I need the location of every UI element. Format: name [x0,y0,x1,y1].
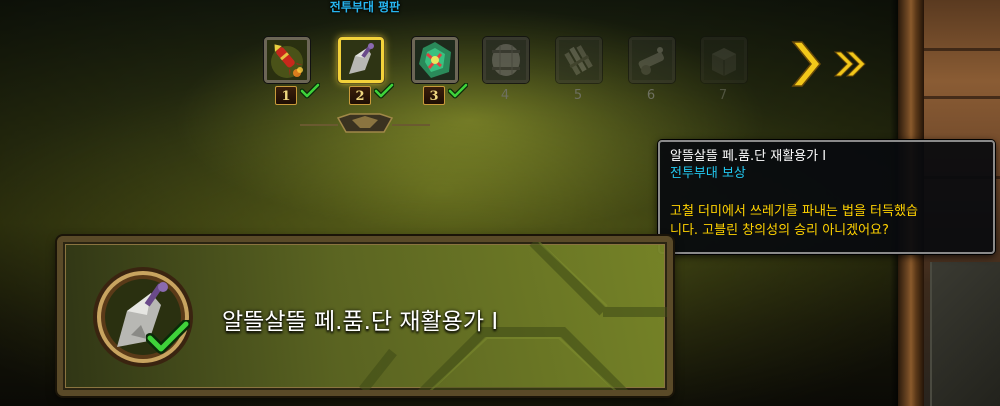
tier-number-badge: 1 [275,86,297,105]
rockets-bundle-icon [556,37,602,83]
rocket-icon [264,37,310,83]
reward-title: 알뜰살뜰 페.품.단 재활용가 I [222,309,499,335]
crate-icon [701,37,747,83]
cannon-icon [629,37,675,83]
tooltip-subtitle: 전투부대 보상 [670,166,746,181]
checkmark-icon [300,83,320,99]
tier-number-badge: 2 [349,86,371,105]
tier-number-label: 7 [718,88,728,103]
tier-7-reward[interactable]: 7 [701,37,753,103]
reward-tooltip: 알뜰살뜰 페.품.단 재활용가 I 전투부대 보상 고철 더미에서 쓰레기를 파… [658,140,995,254]
checkmark-icon [448,83,468,99]
tier-6-reward[interactable]: 6 [629,37,681,103]
tier-5-reward[interactable]: 5 [556,37,608,103]
tooltip-description-line: 니다. 고블린 창의성의 승리 아니겠어요? [670,223,889,238]
tier-2-reward[interactable]: 2 [338,37,394,105]
tooltip-description-line: 고철 더미에서 쓰레기를 파내는 법을 터득했습 [670,204,918,219]
tier-number-badge: 3 [423,86,445,105]
tier-number-label: 4 [500,88,510,103]
tier-3-reward[interactable]: 3 [412,37,468,105]
tooltip-description: 고철 더미에서 쓰레기를 파내는 법을 터득했습 니다. 고블린 창의성의 승리… [670,202,983,240]
divider-ornament [300,113,430,133]
tier-1-reward[interactable]: 1 [264,37,320,105]
background-plank [924,96,1000,99]
barrel-icon [483,37,529,83]
reputation-header: 전투부대 평판 [329,0,401,14]
background-crate [930,262,1000,406]
scrap-blade-icon [338,37,384,83]
tier-number-label: 6 [646,88,656,103]
gear-gem-icon [412,37,458,83]
tier-number-label: 5 [573,88,583,103]
tier-4-reward[interactable]: 4 [483,37,535,103]
tooltip-title: 알뜰살뜰 페.품.단 재활용가 I [670,149,827,164]
checkmark-icon [146,320,190,354]
next-page-arrow-icon[interactable] [789,38,869,90]
checkmark-icon [374,83,394,99]
background-plank [924,48,1000,51]
